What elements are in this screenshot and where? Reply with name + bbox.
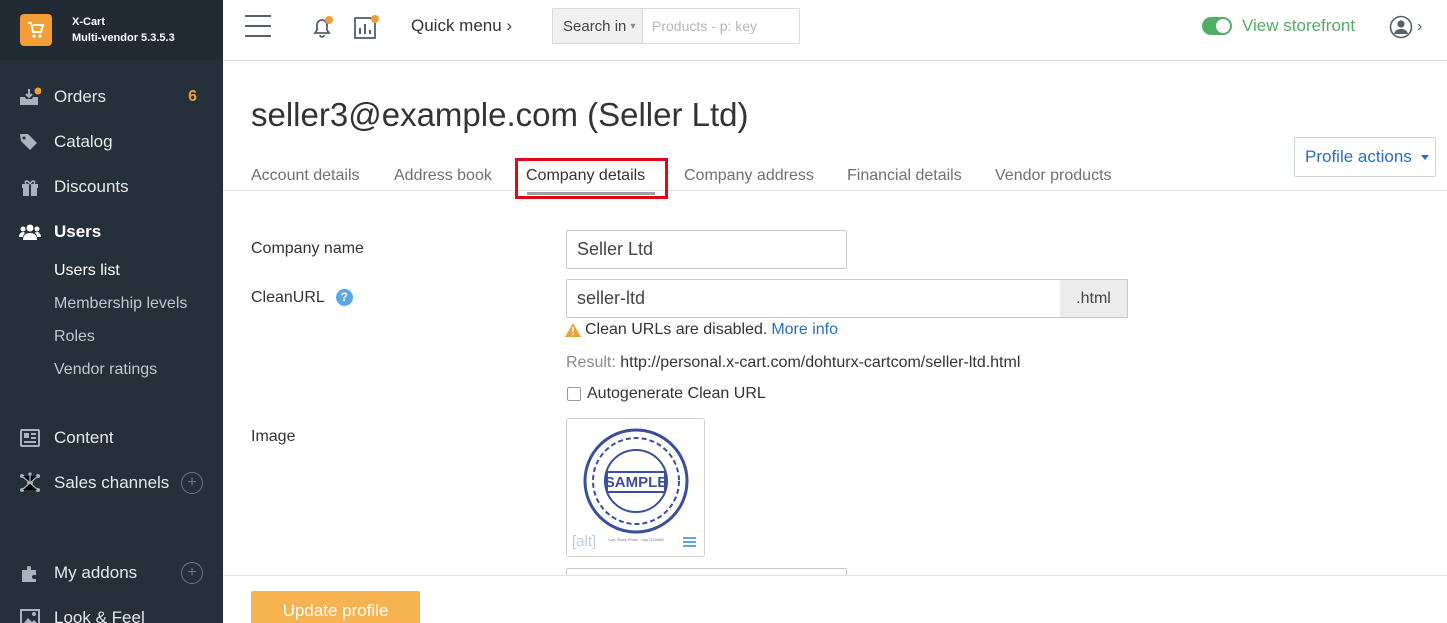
store-stats-icon[interactable] xyxy=(353,14,381,45)
search-in-dropdown[interactable]: Search in ▾ xyxy=(553,9,643,43)
sidebar-item-label: Content xyxy=(54,427,114,447)
tab-company-address[interactable]: Company address xyxy=(684,167,814,185)
tag-icon xyxy=(19,131,41,153)
result-url: http://personal.x-cart.com/dohturx-cartc… xyxy=(620,354,1021,371)
update-profile-button[interactable]: Update profile xyxy=(251,591,420,623)
sidebar-subitem-vendor-ratings[interactable]: Vendor ratings xyxy=(0,353,223,386)
page-title: seller3@example.com (Seller Ltd) xyxy=(251,96,749,133)
image-menu-icon[interactable] xyxy=(683,537,696,547)
autogenerate-checkbox[interactable] xyxy=(567,387,581,401)
network-icon xyxy=(19,471,41,494)
image-icon xyxy=(19,607,41,623)
image-label: Image xyxy=(251,428,296,445)
gift-icon xyxy=(19,176,41,198)
sidebar-item-label: Sales channels xyxy=(54,472,170,492)
user-avatar-icon xyxy=(1389,15,1413,39)
xcart-logo-icon[interactable] xyxy=(20,14,52,46)
image-alt-label[interactable]: [alt] xyxy=(572,533,596,550)
main-content: seller3@example.com (Seller Ltd) Profile… xyxy=(223,61,1447,623)
user-menu[interactable]: › xyxy=(1389,15,1422,39)
sidebar-item-users[interactable]: Users xyxy=(0,209,223,254)
clean-url-label: CleanURL xyxy=(251,289,325,306)
sidebar-item-label: Users xyxy=(54,221,102,241)
sidebar-item-label: Orders xyxy=(54,86,106,106)
tab-address-book[interactable]: Address book xyxy=(394,167,492,185)
sidebar-item-content[interactable]: Content xyxy=(0,415,223,460)
sidebar-subitem-users-list[interactable]: Users list xyxy=(0,254,223,287)
orders-count-badge: 6 xyxy=(188,87,197,105)
result-label: Result: xyxy=(566,354,616,371)
tab-financial-details[interactable]: Financial details xyxy=(847,167,962,185)
puzzle-icon xyxy=(19,562,41,584)
warning-text: Clean URLs are disabled. xyxy=(585,321,768,338)
brand[interactable]: X-Cart Multi-vendor 5.3.5.3 xyxy=(0,0,223,60)
clean-url-result: Result: http://personal.x-cart.com/dohtu… xyxy=(566,354,1020,372)
image-caption: Can Stock Photo - csp7425480 xyxy=(608,537,664,542)
storefront-toggle[interactable] xyxy=(1202,17,1232,35)
company-name-field[interactable]: Seller Ltd xyxy=(566,230,847,269)
sidebar-item-discounts[interactable]: Discounts xyxy=(0,164,223,209)
orders-icon xyxy=(19,86,41,108)
search-bar: Search in ▾ xyxy=(552,8,800,44)
active-tab-highlight-box xyxy=(515,158,668,199)
sidebar-item-orders[interactable]: Orders 6 xyxy=(0,74,223,119)
tab-account-details[interactable]: Account details xyxy=(251,167,360,185)
clean-url-label-row: CleanURL? xyxy=(251,289,353,307)
sticky-footer: Update profile xyxy=(223,575,1447,623)
quick-menu-label: Quick menu xyxy=(411,16,502,35)
sidebar-item-label: My addons xyxy=(54,562,138,582)
clean-url-warning: Clean URLs are disabled. More info xyxy=(565,321,838,339)
sidebar-subitem-roles[interactable]: Roles xyxy=(0,320,223,353)
company-image[interactable]: SAMPLE Can Stock Photo - csp7425480 [alt… xyxy=(566,418,705,557)
chevron-down-icon: ▾ xyxy=(630,20,636,32)
sidebar-item-label: Discounts xyxy=(54,176,129,196)
stamp-text: SAMPLE xyxy=(605,474,668,491)
add-addon-icon[interactable]: + xyxy=(181,561,203,584)
bell-icon[interactable] xyxy=(309,14,335,45)
hamburger-menu-icon[interactable] xyxy=(245,15,271,37)
search-input[interactable] xyxy=(643,9,799,43)
help-icon[interactable]: ? xyxy=(335,289,353,307)
sidebar-nav: Orders 6 Catalog Discounts Users Users l… xyxy=(0,60,223,623)
warning-icon xyxy=(565,323,581,337)
topbar: Quick menu › Search in ▾ View storefront… xyxy=(223,0,1447,61)
sidebar-item-catalog[interactable]: Catalog xyxy=(0,119,223,164)
company-name-value: Seller Ltd xyxy=(577,239,654,259)
autogenerate-label: Autogenerate Clean URL xyxy=(587,385,766,402)
view-storefront[interactable]: View storefront xyxy=(1202,16,1355,36)
brand-version: Multi-vendor 5.3.5.3 xyxy=(72,32,175,44)
autogenerate-clean-url[interactable]: Autogenerate Clean URL xyxy=(567,385,766,403)
users-icon xyxy=(19,221,41,243)
sidebar-item-my-addons[interactable]: My addons + xyxy=(0,550,223,595)
content-icon xyxy=(19,427,41,449)
clean-url-field[interactable]: seller-ltd xyxy=(566,279,1061,318)
search-in-label: Search in xyxy=(563,17,627,35)
brand-name: X-Cart xyxy=(72,16,106,28)
sidebar-item-label: Look & Feel xyxy=(54,607,145,623)
company-name-label: Company name xyxy=(251,240,364,257)
clean-url-value: seller-ltd xyxy=(577,288,646,308)
tab-vendor-products[interactable]: Vendor products xyxy=(995,167,1112,185)
sidebar-item-label: Catalog xyxy=(54,131,113,151)
view-storefront-label: View storefront xyxy=(1242,16,1356,35)
more-info-link[interactable]: More info xyxy=(771,321,838,339)
profile-tabs: Account details Address book Company det… xyxy=(223,157,1447,191)
sidebar-item-sales-channels[interactable]: Sales channels + xyxy=(0,460,223,505)
clean-url-suffix: .html xyxy=(1060,279,1128,318)
sidebar-item-look-and-feel[interactable]: Look & Feel xyxy=(0,595,223,623)
quick-menu[interactable]: Quick menu › xyxy=(411,16,512,36)
sidebar-subitem-membership-levels[interactable]: Membership levels xyxy=(0,287,223,320)
sidebar: X-Cart Multi-vendor 5.3.5.3 Orders 6 Cat… xyxy=(0,0,223,623)
add-sales-channel-icon[interactable]: + xyxy=(181,471,203,494)
